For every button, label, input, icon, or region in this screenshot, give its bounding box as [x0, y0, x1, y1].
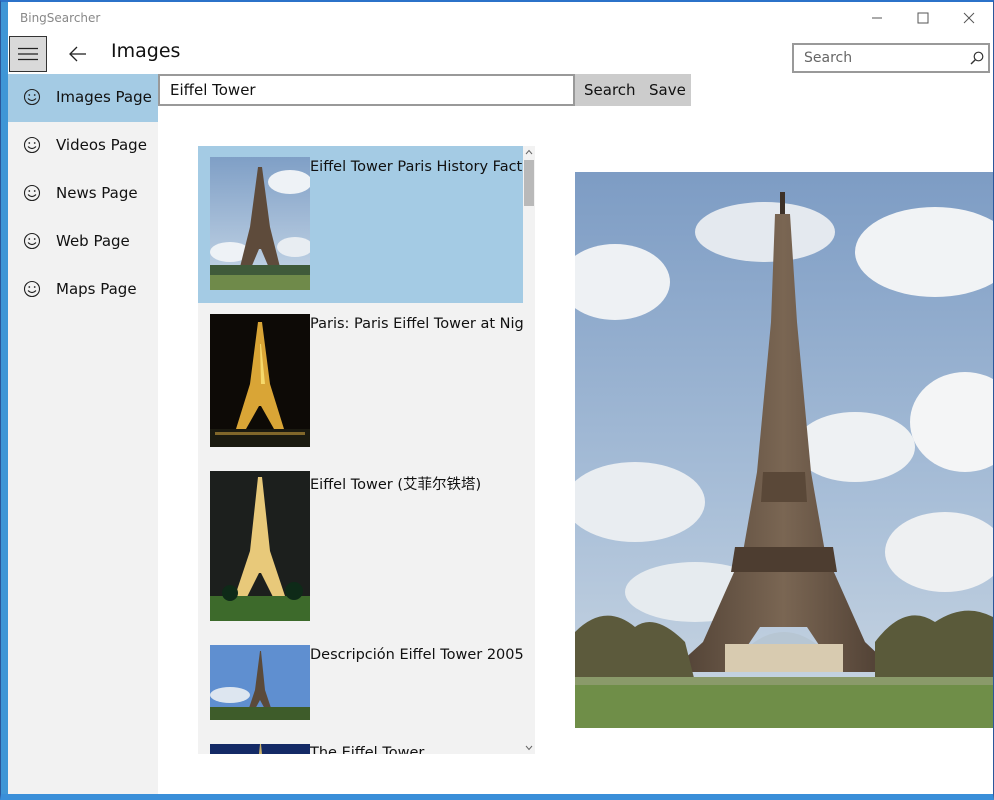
sidebar-item-videos[interactable]: Videos Page	[8, 122, 158, 170]
window-left-border	[0, 0, 8, 800]
results-scrollbar[interactable]	[523, 146, 535, 754]
eiffel-tower-image	[575, 172, 993, 728]
query-input[interactable]	[160, 76, 573, 104]
minimize-button[interactable]	[854, 2, 900, 34]
result-thumbnail	[210, 645, 310, 720]
hamburger-icon	[18, 47, 38, 61]
global-search-input[interactable]	[794, 45, 964, 71]
sidebar: Images Page Videos Page News Page Web Pa…	[8, 74, 158, 794]
smiley-icon	[23, 232, 41, 250]
results-list[interactable]: Eiffel Tower Paris History Facts In Pari…	[198, 146, 535, 754]
selected-image-preview	[575, 172, 993, 728]
search-button[interactable]: Search	[584, 74, 636, 106]
list-item[interactable]: Eiffel Tower Paris History Facts In	[198, 146, 523, 303]
list-item[interactable]: Eiffel Tower (艾菲尔铁塔)	[198, 460, 523, 634]
result-thumbnail	[210, 314, 310, 447]
scroll-up-button[interactable]	[523, 146, 535, 158]
minimize-icon	[872, 17, 882, 19]
result-title: The Eiffel Tower	[310, 745, 425, 754]
scroll-thumb[interactable]	[524, 160, 534, 206]
smiley-icon	[23, 88, 41, 106]
sidebar-item-images[interactable]: Images Page	[8, 74, 158, 122]
sidebar-item-label: Videos Page	[56, 136, 147, 154]
sidebar-item-web[interactable]: Web Page	[8, 218, 158, 266]
sidebar-item-label: Maps Page	[56, 280, 137, 298]
list-item[interactable]: Descripción Eiffel Tower 2005101	[198, 634, 523, 732]
result-title: Eiffel Tower Paris History Facts In	[310, 159, 523, 175]
app-title: BingSearcher	[20, 11, 101, 25]
sidebar-item-label: Web Page	[56, 232, 130, 250]
list-item[interactable]: Paris: Paris Eiffel Tower at Night	[198, 303, 523, 460]
close-icon	[963, 12, 975, 24]
result-title: Eiffel Tower (艾菲尔铁塔)	[310, 477, 482, 493]
back-button[interactable]	[62, 38, 94, 70]
result-title: Paris: Paris Eiffel Tower at Night	[310, 316, 523, 332]
smiley-icon	[23, 136, 41, 154]
result-title: Descripción Eiffel Tower 2005101	[310, 647, 523, 663]
search-icon[interactable]	[970, 50, 984, 69]
sidebar-item-label: News Page	[56, 184, 138, 202]
chevron-down-icon	[525, 745, 533, 751]
sidebar-item-maps[interactable]: Maps Page	[8, 266, 158, 314]
global-search-box[interactable]	[792, 43, 990, 73]
chevron-up-icon	[525, 149, 533, 155]
maximize-icon	[917, 12, 929, 24]
close-button[interactable]	[946, 2, 992, 34]
sidebar-item-news[interactable]: News Page	[8, 170, 158, 218]
maximize-button[interactable]	[900, 2, 946, 34]
hamburger-menu-button[interactable]	[9, 36, 47, 72]
list-item[interactable]: The Eiffel Tower	[198, 732, 523, 754]
query-field[interactable]	[158, 74, 575, 106]
result-thumbnail	[210, 157, 310, 290]
smiley-icon	[23, 184, 41, 202]
page-title: Images	[111, 40, 181, 62]
scroll-down-button[interactable]	[523, 742, 535, 754]
query-button-bar: Search Save	[575, 74, 691, 106]
save-button[interactable]: Save	[649, 74, 686, 106]
result-thumbnail	[210, 744, 310, 754]
back-arrow-icon	[69, 46, 86, 62]
smiley-icon	[23, 280, 41, 298]
sidebar-item-label: Images Page	[56, 88, 152, 106]
result-thumbnail	[210, 471, 310, 621]
title-bar: BingSearcher	[8, 2, 993, 34]
